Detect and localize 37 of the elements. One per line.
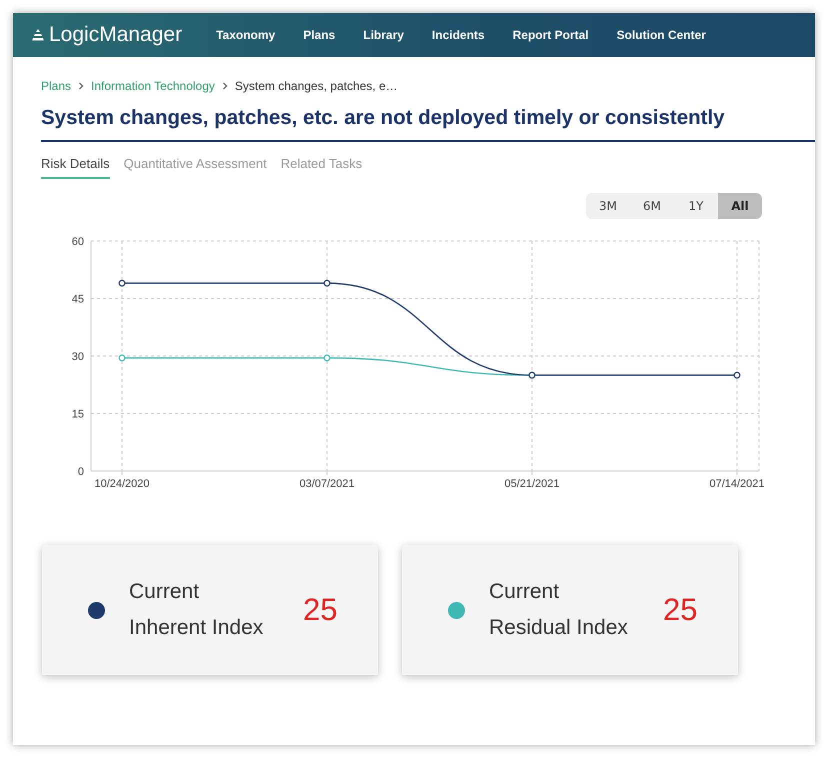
- logo-icon: [31, 28, 45, 42]
- data-point: [324, 354, 330, 362]
- index-value: 25: [303, 592, 338, 628]
- nav-link[interactable]: Plans: [289, 28, 350, 42]
- x-tick-label: 05/21/2021: [504, 478, 560, 490]
- index-value: 25: [663, 592, 698, 628]
- y-tick-label: 15: [72, 408, 84, 420]
- x-tick-label: 10/24/2020: [94, 478, 150, 490]
- nav-link[interactable]: Taxonomy: [202, 28, 290, 42]
- range-button[interactable]: 6M: [630, 193, 674, 219]
- data-point: [118, 280, 126, 287]
- nav-link[interactable]: Library: [349, 28, 418, 42]
- range-button[interactable]: All: [718, 193, 762, 219]
- range-button[interactable]: 3M: [586, 193, 630, 219]
- nav-link[interactable]: Report Portal: [498, 28, 603, 42]
- index-label: Current: [129, 579, 200, 605]
- page-title: System changes, patches, etc. are not deployed timely or consistently: [41, 106, 815, 142]
- nav-link[interactable]: Solution Center: [602, 28, 720, 42]
- data-point: [734, 372, 740, 379]
- tab[interactable]: Risk Details: [41, 154, 110, 179]
- index-label: Inherent Index: [129, 615, 264, 641]
- y-tick-label: 60: [72, 236, 84, 248]
- x-tick-label: 03/07/2021: [299, 478, 355, 490]
- index-label: Residual Index: [489, 615, 629, 641]
- y-tick-label: 45: [72, 294, 84, 306]
- y-tick-label: 30: [72, 351, 84, 363]
- x-tick-label: 07/14/2021: [709, 478, 765, 490]
- breadcrumb-current: System changes, patches, e…: [234, 79, 398, 93]
- chevron-icon: [222, 82, 228, 90]
- y-tick-label: 0: [78, 466, 84, 478]
- data-point: [324, 280, 330, 287]
- data-point: [118, 354, 126, 362]
- chevron-icon: [78, 82, 84, 90]
- range-button[interactable]: 1Y: [674, 193, 718, 219]
- nav-link[interactable]: Incidents: [418, 28, 499, 42]
- index-label: Current: [489, 579, 560, 605]
- logo-text: LogicManager: [49, 23, 182, 47]
